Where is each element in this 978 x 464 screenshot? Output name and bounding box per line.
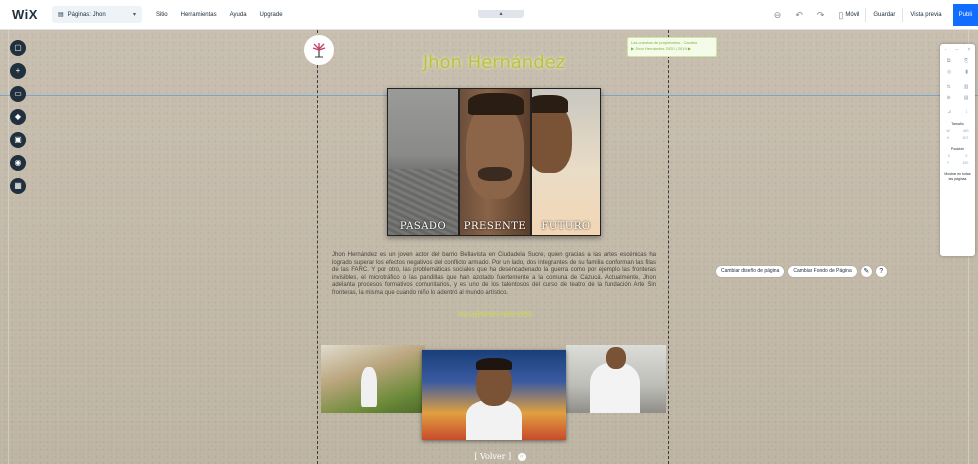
page-selector-label: Páginas: Jhon — [67, 11, 106, 18]
inspector-panel: ◦ – × ⧉ ⎘ ◎ ▮ ⇅ ▥ ⊕ ▤ ⊿ ↕ Tamaño W 490 H 3… — [940, 44, 975, 256]
menu-item-tools[interactable]: Herramientas — [181, 12, 217, 18]
notification-line: ▶ Jhon Hernández 2020 | 2019 ▶ — [631, 46, 691, 51]
back-label: [ Volver ] — [474, 452, 512, 461]
notification-banner[interactable]: Las cuentas de propietarios , Cambio ▶ J… — [627, 37, 717, 57]
topbar-collapse-handle[interactable]: ▴ — [478, 10, 524, 18]
hair-shape — [468, 93, 524, 115]
site-logo[interactable] — [304, 35, 334, 65]
wix-logo: WiX — [12, 7, 38, 22]
return-icon[interactable]: ↺ — [517, 453, 526, 461]
pin-icon[interactable]: ◦ — [945, 47, 947, 53]
gallery-photo-mural[interactable] — [321, 345, 425, 413]
panel-label: FUTURO — [541, 221, 591, 232]
site-title[interactable]: Jhon Hernández — [370, 52, 618, 73]
plant-logo-icon — [312, 43, 326, 58]
inspector-tools-row: ⧉ ⎘ — [940, 58, 975, 64]
page-icon: ▤ — [57, 12, 64, 18]
mobile-icon[interactable]: ▯ — [838, 10, 843, 21]
rotate-icon[interactable]: ⊿ — [947, 109, 951, 115]
video-icon[interactable]: ◉ — [10, 155, 26, 171]
inspector-header-row: ◦ – × — [940, 47, 975, 53]
chevron-down-icon: ▾ — [132, 12, 136, 18]
redo-icon[interactable]: ↷ — [817, 10, 825, 21]
height-value[interactable]: 307 — [963, 136, 969, 140]
top-menu: Sitio Herramientas Ayuda Upgrade — [156, 12, 283, 18]
blog-icon[interactable]: ▦ — [10, 178, 26, 194]
save-button[interactable]: Guardar — [865, 8, 902, 22]
width-value[interactable]: 490 — [963, 129, 969, 133]
close-icon[interactable]: × — [967, 47, 970, 53]
gallery-photo-portrait[interactable] — [422, 350, 566, 440]
help-icon[interactable]: ? — [875, 266, 887, 277]
panel-future[interactable]: FUTURO — [531, 88, 601, 236]
apps-icon[interactable]: ◆ — [10, 109, 26, 125]
left-toolbar: ▢ + ▭ ◆ ▣ ◉ ▦ — [10, 40, 26, 194]
position-heading: Posición — [950, 147, 965, 151]
bio-link[interactable]: Soy cybervideo salsa video — [440, 312, 550, 318]
panel-label: PRESENTE — [463, 221, 527, 232]
face-photo — [466, 103, 524, 199]
show-all-pages-toggle[interactable]: Mostrar en todas las páginas — [940, 172, 975, 182]
inspector-tools-row: ◎ ▮ — [940, 69, 975, 75]
preview-button[interactable]: Vista previa — [902, 8, 948, 22]
match-size-icon[interactable]: ▤ — [964, 95, 969, 101]
shirt-shape — [466, 400, 522, 440]
add-icon[interactable]: + — [10, 63, 26, 79]
person-shape — [361, 367, 377, 407]
edit-pencil-icon[interactable]: ✎ — [860, 266, 872, 277]
gallery-photo-outdoor[interactable] — [566, 345, 666, 413]
inspector-tools-row: ⊿ ↕ — [940, 109, 975, 115]
person-shape — [590, 363, 640, 413]
menu-item-upgrade[interactable]: Upgrade — [260, 12, 283, 18]
zoom-icon[interactable]: ⊖ — [774, 10, 782, 21]
height-label: H — [946, 136, 950, 140]
distribute-icon[interactable]: ⊕ — [947, 95, 951, 101]
flip-icon[interactable]: ↕ — [965, 109, 968, 115]
menu-item-site[interactable]: Sitio — [156, 12, 168, 18]
background-icon[interactable]: ▭ — [10, 86, 26, 102]
page-buttons: Cambiar diseño de página Cambiar Fondo d… — [716, 266, 887, 277]
width-label: W — [946, 129, 950, 133]
y-field[interactable]: Y 190 — [940, 161, 975, 165]
portrait-gallery[interactable]: PASADO PRESENTE FUTURO — [387, 88, 601, 236]
copy-icon[interactable]: ⧉ — [947, 58, 951, 64]
y-label: Y — [946, 161, 950, 165]
paste-icon[interactable]: ⎘ — [964, 58, 968, 64]
x-value[interactable]: 0 — [965, 154, 967, 158]
change-page-design-button[interactable]: Cambiar diseño de página — [716, 266, 785, 277]
menus-pages-icon[interactable]: ▢ — [10, 40, 26, 56]
inspector-tools-row: ⊕ ▤ — [940, 95, 975, 101]
panel-present[interactable]: PRESENTE — [459, 88, 531, 236]
align-icon[interactable]: ▥ — [964, 84, 969, 90]
panel-label: PASADO — [399, 221, 447, 232]
change-page-background-button[interactable]: Cambiar Fondo de Página — [788, 266, 857, 277]
media-icon[interactable]: ▣ — [10, 132, 26, 148]
topbar-actions: ⊖ ↶ ↷ ▯ Móvil Guardar Vista previa Publi — [767, 0, 978, 30]
arrange-icon[interactable]: ⇅ — [947, 84, 951, 90]
back-link[interactable]: [ Volver ] ↺ — [460, 452, 540, 461]
menu-item-help[interactable]: Ayuda — [230, 12, 247, 18]
width-field[interactable]: W 490 — [940, 129, 975, 133]
inspector-tools-row: ⇅ ▥ — [940, 84, 975, 90]
page-selector[interactable]: ▤ Páginas: Jhon ▾ — [51, 6, 142, 23]
height-field[interactable]: H 307 — [940, 136, 975, 140]
undo-icon[interactable]: ↶ — [795, 10, 803, 21]
beard-shape — [478, 167, 512, 181]
duplicate-icon[interactable]: ◎ — [947, 69, 951, 75]
x-field[interactable]: X0 — [940, 154, 975, 158]
panel-past[interactable]: PASADO — [387, 88, 459, 236]
face-photo — [532, 103, 572, 173]
bio-paragraph[interactable]: Jhon Hernández es un joven actor del bar… — [332, 252, 656, 298]
face-shape — [606, 347, 626, 369]
x-label: X — [947, 154, 951, 158]
hair-shape — [532, 95, 568, 113]
hair-shape — [476, 358, 512, 370]
y-value[interactable]: 190 — [962, 161, 968, 165]
size-heading: Tamaño — [951, 122, 964, 126]
publish-button[interactable]: Publi — [952, 4, 978, 26]
delete-icon[interactable]: ▮ — [965, 69, 968, 75]
mobile-button[interactable]: Móvil — [845, 12, 859, 18]
minimize-icon[interactable]: – — [956, 47, 959, 53]
